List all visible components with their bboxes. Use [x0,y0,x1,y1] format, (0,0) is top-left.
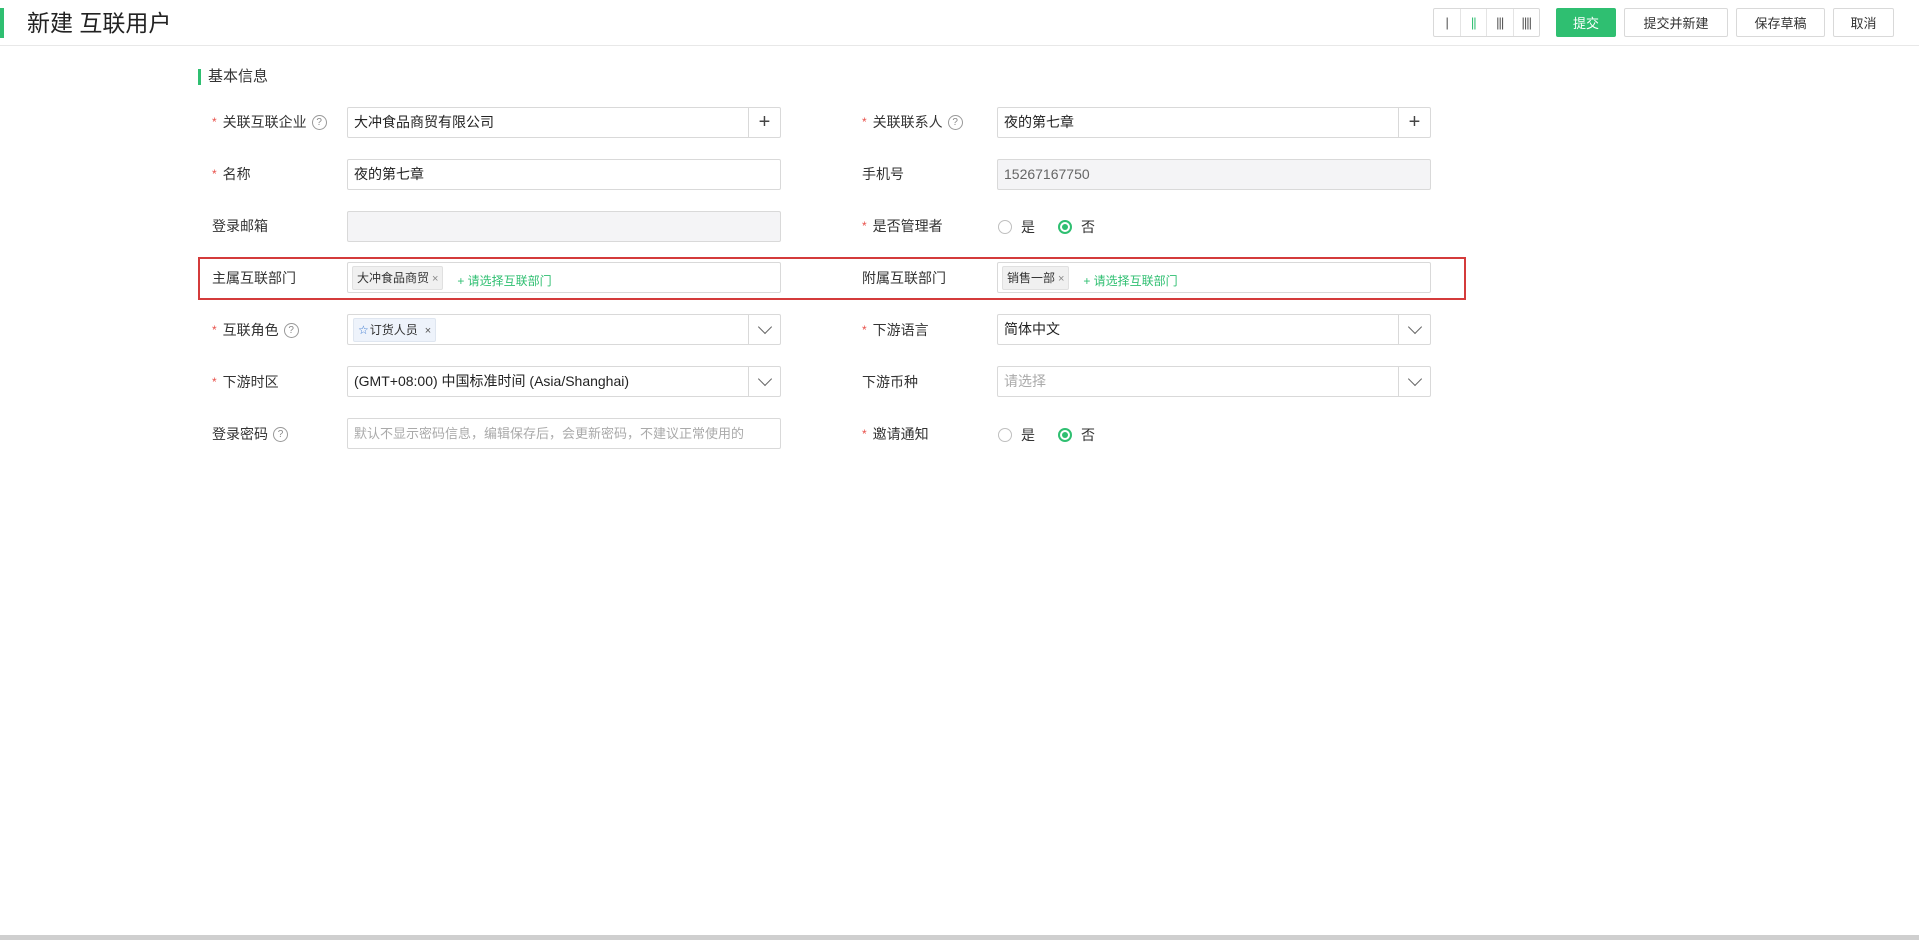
save-draft-button[interactable]: 保存草稿 [1736,8,1825,37]
required-marker: * [862,219,867,233]
plus-icon[interactable]: + [1398,108,1430,137]
currency-select[interactable]: 请选择 [997,366,1431,397]
invite-yes-option[interactable]: 是 [998,425,1035,445]
required-marker: * [862,115,867,129]
is-admin-yes-option[interactable]: 是 [998,217,1035,237]
select-sub-dept-link[interactable]: + 请选择互联部门 [1083,267,1177,296]
select-main-dept-link[interactable]: + 请选择互联部门 [457,267,551,296]
chevron-down-icon[interactable] [1398,367,1430,396]
linked-contact-label: * 关联联系人 ? [862,112,963,132]
close-icon[interactable]: × [425,325,431,337]
radio-unchecked-icon[interactable] [998,428,1012,442]
sub-dept-label: 附属互联部门 [862,270,946,286]
close-icon[interactable]: × [432,273,438,285]
page-title: 新建 互联用户 [27,10,172,36]
sub-dept-field[interactable]: 销售一部 × + 请选择互联部门 [997,262,1431,293]
linked-company-field[interactable]: 大冲食品商贸有限公司 + [347,107,781,138]
radio-checked-icon[interactable] [1058,220,1072,234]
phone-label: 手机号 [862,166,904,182]
password-label: 登录密码 ? [212,424,288,444]
linked-company-value: 大冲食品商贸有限公司 [354,114,494,130]
main-dept-tag: 大冲食品商贸 × [352,266,444,290]
help-circle-icon[interactable]: ? [311,114,327,130]
submit-and-new-button[interactable]: 提交并新建 [1624,8,1728,37]
top-bar: 新建 互联用户 | || ||| |||| 提交 提交并新建 保存草稿 取消 [0,0,1919,46]
invite-radio-group: 是 否 [998,425,1118,445]
email-input [347,211,781,242]
taskbar-strip [0,935,1919,940]
linked-contact-value: 夜的第七章 [1004,114,1074,130]
help-circle-icon[interactable]: ? [947,114,963,130]
layout-1-column[interactable]: | [1434,9,1461,36]
star-icon: ☆ [358,323,369,337]
required-marker: * [212,375,217,389]
required-marker: * [212,323,217,337]
password-input[interactable]: 默认不显示密码信息，编辑保存后，会更新密码，不建议正常使用的 [347,418,781,449]
section-title: 基本信息 [198,68,268,86]
timezone-label: * 下游时区 [212,374,279,390]
is-admin-label: * 是否管理者 [862,218,943,234]
required-marker: * [862,427,867,441]
name-input[interactable]: 夜的第七章 [347,159,781,190]
layout-4-column[interactable]: |||| [1514,9,1540,36]
invite-no-option[interactable]: 否 [1058,425,1095,445]
linked-company-label: * 关联互联企业 ? [212,112,327,132]
phone-value: 15267167750 [1004,166,1090,182]
layout-3-column[interactable]: ||| [1487,9,1514,36]
submit-button[interactable]: 提交 [1556,8,1616,37]
invite-label: * 邀请通知 [862,426,929,442]
linked-contact-field[interactable]: 夜的第七章 + [997,107,1431,138]
title-accent-bar [0,8,4,38]
close-icon[interactable]: × [1058,273,1064,285]
radio-checked-icon[interactable] [1058,428,1072,442]
plus-icon[interactable]: + [748,108,780,137]
main-dept-field[interactable]: 大冲食品商贸 × + 请选择互联部门 [347,262,781,293]
role-tag: ☆订货人员 × [353,318,437,342]
email-label: 登录邮箱 [212,218,268,234]
layout-column-switcher: | || ||| |||| [1433,8,1540,37]
language-select[interactable]: 简体中文 [997,314,1431,345]
language-value: 简体中文 [1004,321,1060,337]
currency-label: 下游币种 [862,374,918,390]
main-dept-label: 主属互联部门 [212,270,296,286]
help-circle-icon[interactable]: ? [283,322,299,338]
role-label: * 互联角色 ? [212,320,299,340]
required-marker: * [212,115,217,129]
cancel-button[interactable]: 取消 [1833,8,1894,37]
layout-2-column[interactable]: || [1461,9,1487,36]
is-admin-radio-group: 是 否 [998,217,1118,237]
chevron-down-icon[interactable] [1398,315,1430,344]
is-admin-no-option[interactable]: 否 [1058,217,1095,237]
currency-placeholder: 请选择 [1004,373,1046,389]
chevron-down-icon[interactable] [748,315,780,344]
radio-unchecked-icon[interactable] [998,220,1012,234]
timezone-value: (GMT+08:00) 中国标准时间 (Asia/Shanghai) [354,373,630,389]
help-circle-icon[interactable]: ? [273,426,288,442]
password-placeholder: 默认不显示密码信息，编辑保存后，会更新密码，不建议正常使用的 [354,426,745,441]
timezone-select[interactable]: (GMT+08:00) 中国标准时间 (Asia/Shanghai) [347,366,781,397]
required-marker: * [212,167,217,181]
sub-dept-tag: 销售一部 × [1002,266,1070,290]
name-value: 夜的第七章 [354,166,424,182]
required-marker: * [862,323,867,337]
role-select[interactable]: ☆订货人员 × [347,314,781,345]
name-label: * 名称 [212,166,251,182]
language-label: * 下游语言 [862,322,929,338]
chevron-down-icon[interactable] [748,367,780,396]
phone-input: 15267167750 [997,159,1431,190]
